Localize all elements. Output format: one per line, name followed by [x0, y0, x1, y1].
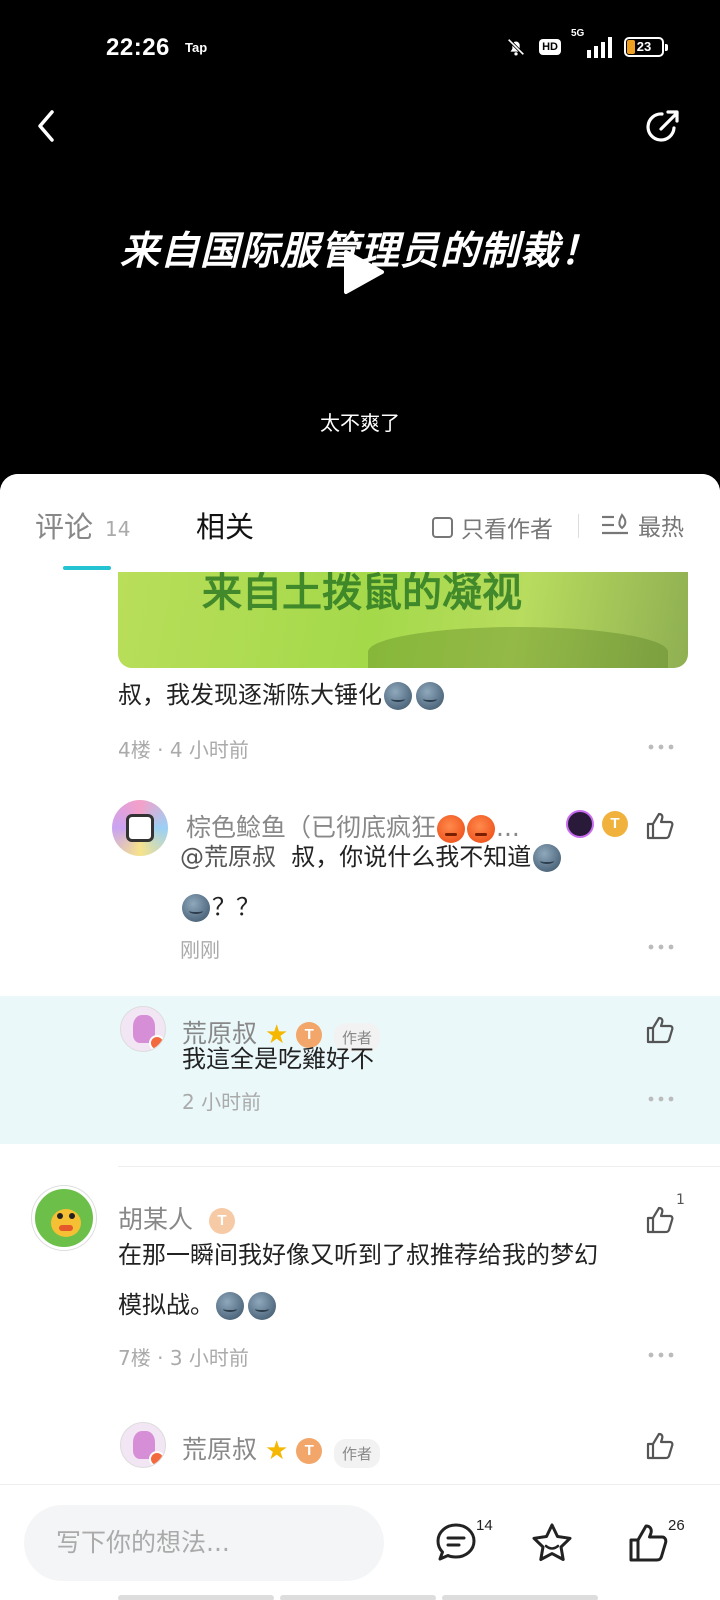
comment-meta: 7楼 · 3 小时前 — [118, 1346, 249, 1370]
divider — [118, 1166, 720, 1167]
comment-floor: 4楼 — [118, 738, 151, 762]
comment-time: 3 小时前 — [169, 1346, 249, 1370]
sort-icon — [602, 513, 628, 535]
play-button[interactable] — [336, 246, 388, 298]
more-icon[interactable] — [648, 744, 674, 750]
comment-text: 叔，我发现逐渐陈大锤化 — [118, 670, 446, 720]
more-icon[interactable] — [648, 1352, 674, 1358]
tab-comments-label: 评论 — [35, 510, 94, 544]
like-count: 1 — [676, 1192, 685, 1208]
mention-link[interactable]: @荒原叔 — [180, 843, 276, 871]
back-button[interactable] — [28, 106, 68, 146]
video-player[interactable]: 22:26 Tap HD 5G 23 来自国际服管理员的制裁！ 太不爽了 — [0, 0, 720, 490]
comment-time: 4 小时前 — [169, 738, 249, 762]
bell-muted-icon — [507, 38, 525, 56]
comment-input[interactable]: 写下你的想法... — [24, 1505, 384, 1581]
comment-text: 在那一瞬间我好像又听到了叔推荐给我的梦幻 模拟战。 — [118, 1230, 698, 1330]
nav-handle — [442, 1595, 598, 1600]
reply-author-name[interactable]: 荒原叔 ★ T — [182, 1430, 323, 1466]
comments-panel[interactable]: 评论 14 相关 只看作者 最热 来自土拨鼠的凝视 叔，我发现逐渐陈大锤化 4楼 … — [0, 474, 720, 1600]
comment-meta: 4楼 · 4 小时前 — [118, 738, 249, 762]
moon-face-emoji — [533, 844, 562, 872]
comment-7-line2: 模拟战。 — [118, 1291, 214, 1319]
status-time: 22:26 — [106, 34, 170, 61]
avatar[interactable] — [120, 1422, 166, 1468]
author-only-label: 只看作者 — [461, 517, 553, 543]
signal-icon: 5G — [571, 28, 612, 58]
comment-7-line1: 在那一瞬间我好像又听到了叔推荐给我的梦幻 — [118, 1241, 598, 1269]
comment-4-text: 叔，我发现逐渐陈大锤化 — [118, 681, 382, 709]
moon-face-emoji — [216, 1292, 244, 1320]
comment-floor: 7楼 — [118, 1346, 151, 1370]
tab-comments-count: 14 — [105, 517, 131, 541]
status-app-indicator: Tap — [185, 40, 208, 55]
video-subtitle: 太不爽了 — [320, 411, 400, 435]
checkbox-icon[interactable] — [432, 516, 453, 538]
network-type: 5G — [571, 28, 585, 39]
author-tag: 作者 — [334, 1439, 381, 1468]
avatar[interactable] — [32, 1186, 96, 1250]
moon-face-emoji — [182, 894, 210, 922]
star-badge-icon: ★ — [264, 1436, 289, 1466]
image-overlay-text: 来自土拨鼠的凝视 — [202, 572, 522, 616]
tab-related[interactable]: 相关 — [196, 504, 254, 546]
hd-icon: HD — [539, 39, 561, 55]
avatar[interactable] — [120, 1006, 166, 1052]
comment-count: 14 — [476, 1517, 493, 1534]
nav-handle — [118, 1595, 274, 1600]
like-count: 26 — [668, 1517, 685, 1534]
like-icon[interactable] — [644, 1014, 676, 1046]
tab-divider — [578, 514, 579, 538]
comment-image[interactable]: 来自土拨鼠的凝视 — [118, 572, 688, 668]
reply-1-text-tail: ？？ — [212, 893, 260, 921]
tab-bar: 评论 14 相关 只看作者 最热 — [0, 474, 720, 570]
battery-icon: 23 — [624, 37, 668, 57]
avatar[interactable] — [112, 800, 168, 856]
status-bar: 22:26 Tap HD 5G 23 — [0, 0, 720, 96]
more-icon[interactable] — [648, 944, 674, 950]
tab-active-indicator — [63, 566, 111, 570]
moon-face-emoji — [384, 682, 412, 710]
sort-button[interactable]: 最热 — [600, 508, 684, 542]
comment-icon[interactable] — [434, 1521, 478, 1565]
like-icon[interactable] — [644, 1430, 676, 1462]
moon-face-emoji — [248, 1292, 276, 1320]
like-icon[interactable] — [626, 1521, 670, 1565]
reply-2-text: 我這全是吃雞好不 — [182, 1045, 374, 1073]
share-button[interactable] — [644, 106, 684, 146]
reply-time: 2 小时前 — [182, 1090, 262, 1114]
reply-7-name: 荒原叔 — [182, 1435, 258, 1464]
tab-comments[interactable]: 评论 14 — [35, 504, 130, 546]
moon-face-emoji — [416, 682, 444, 710]
bottom-action-bar: 写下你的想法... 14 26 — [0, 1484, 720, 1600]
reply-1-text: 叔，你说什么我不知道 — [291, 843, 532, 871]
level-badge: T — [296, 1438, 323, 1464]
reply-text: @荒原叔 叔，你说什么我不知道 ？？ — [180, 832, 630, 932]
nav-handle — [280, 1595, 436, 1600]
reply-time: 刚刚 — [180, 938, 220, 962]
status-icons: HD 5G 23 — [505, 28, 668, 58]
star-icon[interactable] — [530, 1521, 574, 1565]
more-icon[interactable] — [648, 1096, 674, 1102]
battery-level: 23 — [636, 39, 652, 54]
like-icon[interactable] — [644, 810, 676, 842]
author-only-toggle[interactable]: 只看作者 — [432, 510, 553, 544]
sort-label: 最热 — [638, 515, 684, 541]
